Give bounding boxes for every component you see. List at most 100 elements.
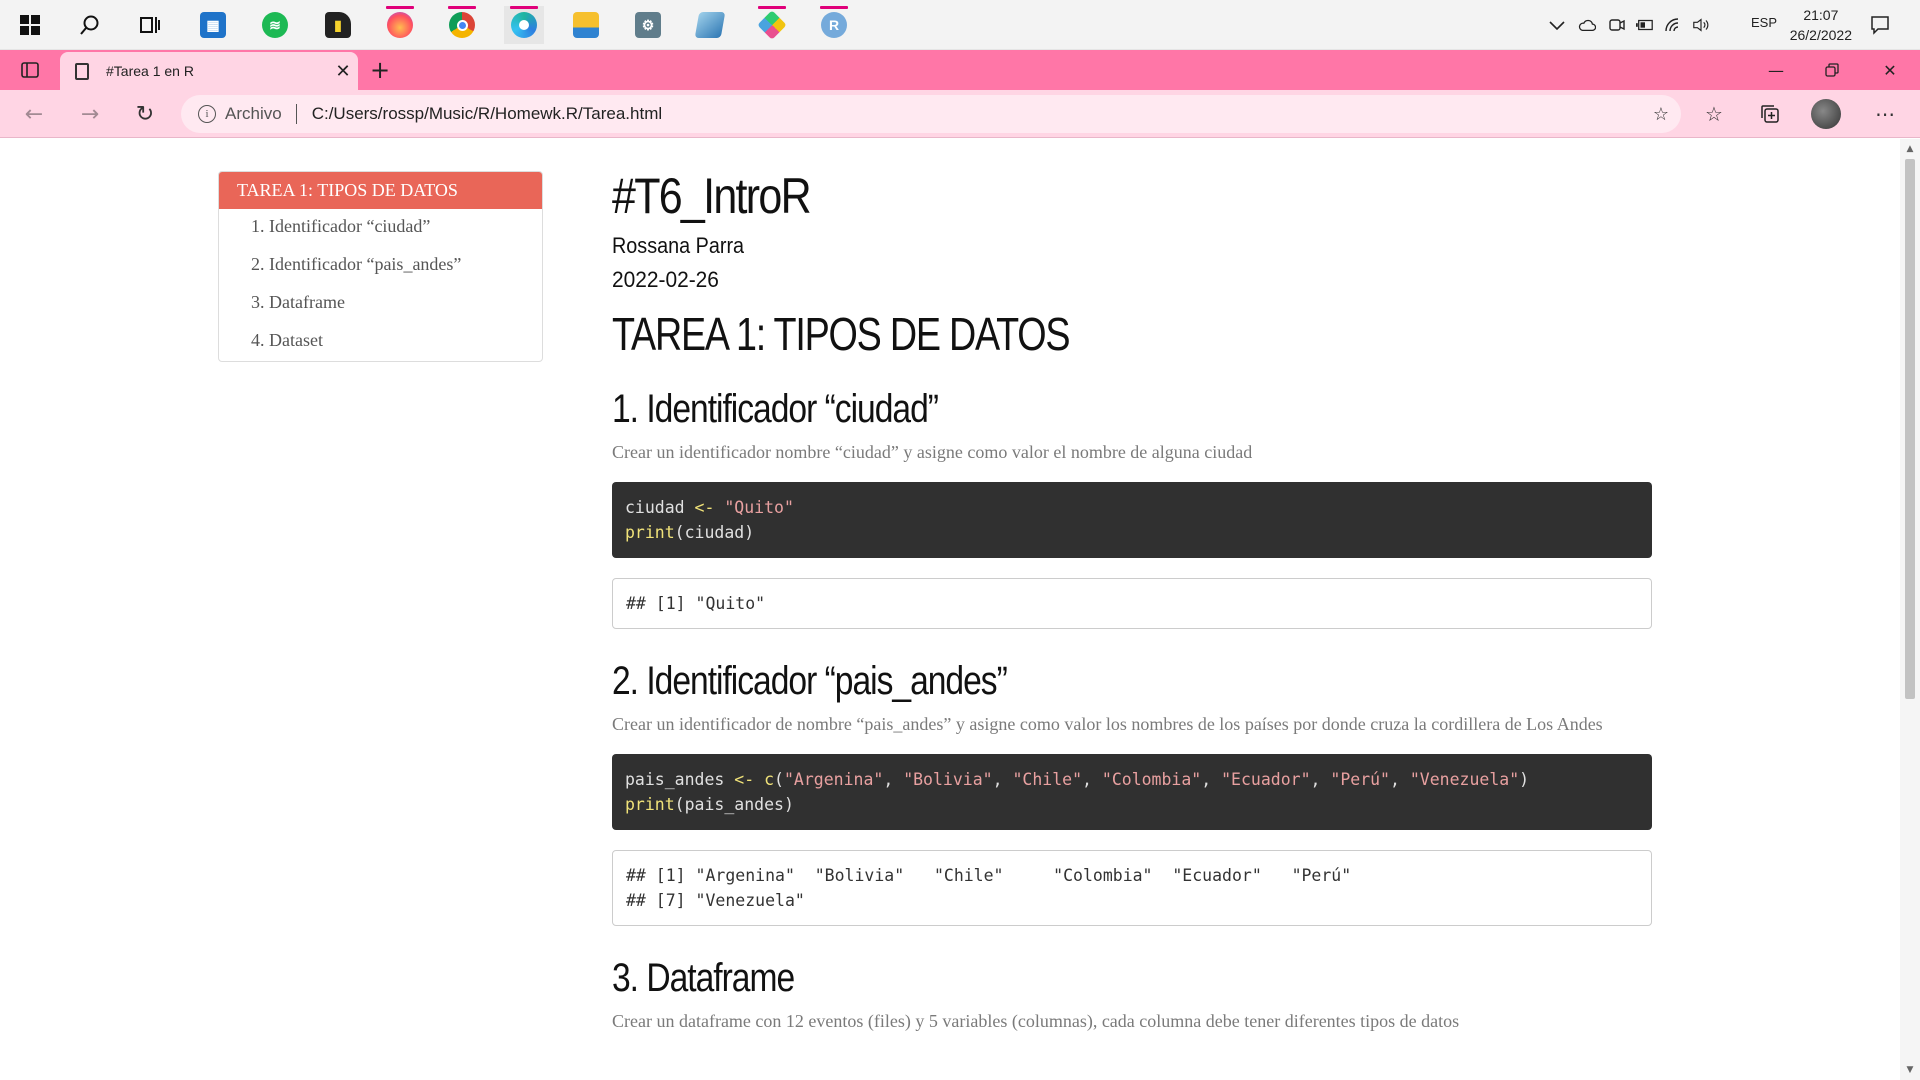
- app-blue-button[interactable]: [690, 6, 730, 44]
- new-tab-button[interactable]: +: [352, 50, 408, 90]
- sticky-notes-app-button[interactable]: ▮: [318, 6, 358, 44]
- file-icon: [75, 62, 89, 80]
- notifications-button[interactable]: [1860, 6, 1900, 44]
- tab-title: #Tarea 1 en R: [106, 63, 194, 79]
- system-clock[interactable]: 21:07 26/2/2022: [1790, 5, 1852, 45]
- restore-button[interactable]: [1804, 50, 1860, 90]
- windows-logo-icon: [20, 15, 40, 35]
- plus-icon: +: [369, 56, 391, 84]
- profile-button[interactable]: [1802, 90, 1850, 138]
- table-of-contents: TAREA 1: TIPOS DE DATOS 1. Identificador…: [218, 171, 543, 362]
- clock-date: 26/2/2022: [1789, 27, 1852, 43]
- collections-button[interactable]: [1746, 90, 1794, 138]
- document-title: #T6_IntroR: [612, 168, 812, 224]
- app-diamond-button[interactable]: [752, 6, 792, 44]
- document-author: Rossana Parra: [612, 233, 745, 258]
- section-heading-dataframe: 3. Dataframe: [612, 956, 795, 1000]
- volume-icon[interactable]: [1692, 16, 1710, 34]
- document-content: #T6_IntroR Rossana Parra 2022-02-26 TARE…: [612, 167, 1652, 1035]
- calendar-app-button[interactable]: ▦: [193, 6, 233, 44]
- rstudio-app-button[interactable]: R: [814, 6, 854, 44]
- folder-icon: [573, 12, 599, 38]
- task-view-button[interactable]: [130, 6, 170, 44]
- output-block-pais-andes: ## [1] "Argenina" "Bolivia" "Chile" "Col…: [612, 850, 1652, 926]
- refresh-button[interactable]: ↻: [121, 90, 169, 138]
- toc-item[interactable]: 2. Identificador “pais_andes”: [219, 247, 542, 285]
- sticky-notes-icon: ▮: [325, 12, 351, 38]
- browser-tab-bar: #Tarea 1 en R ✕ + — ✕: [0, 50, 1920, 90]
- system-tray: [1548, 0, 1710, 50]
- document-date: 2022-02-26: [612, 267, 719, 292]
- settings-menu-button[interactable]: ⋯: [1861, 90, 1909, 138]
- chrome-app-button[interactable]: [442, 6, 482, 44]
- tab-tarea-1[interactable]: #Tarea 1 en R ✕: [60, 52, 358, 90]
- arrow-left-icon: ←: [24, 101, 44, 127]
- task-view-icon: [140, 17, 160, 33]
- browser-toolbar: ← → ↻ i Archivo C:/Users/rossp/Music/R/H…: [0, 90, 1920, 138]
- section-text-ciudad: Crear un identificador nombre “ciudad” y…: [612, 442, 1253, 462]
- arrow-right-icon: →: [80, 101, 100, 127]
- info-icon[interactable]: i: [198, 105, 216, 123]
- toc-item[interactable]: 1. Identificador “ciudad”: [219, 209, 542, 247]
- minimize-icon: —: [1768, 60, 1784, 80]
- scroll-down-arrow-icon[interactable]: ▼: [1900, 1062, 1920, 1078]
- back-button[interactable]: ←: [10, 90, 58, 138]
- toc-header[interactable]: TAREA 1: TIPOS DE DATOS: [219, 172, 542, 209]
- avatar: [1811, 99, 1841, 129]
- refresh-icon: ↻: [135, 101, 155, 127]
- code-block-ciudad: ciudad <- "Quito" print(ciudad): [612, 482, 1652, 558]
- address-separator: [295, 104, 297, 124]
- search-button[interactable]: [70, 6, 110, 44]
- url-text[interactable]: C:/Users/rossp/Music/R/Homewk.R/Tarea.ht…: [312, 104, 1641, 124]
- section-heading-pais-andes: 2. Identificador “pais_andes”: [612, 659, 1008, 703]
- close-window-button[interactable]: ✕: [1862, 50, 1918, 90]
- favorites-button[interactable]: ☆: [1690, 90, 1738, 138]
- app-gear-icon: ⚙: [635, 12, 661, 38]
- tab-actions-icon: [21, 62, 39, 78]
- wifi-icon[interactable]: [1664, 16, 1682, 34]
- app-settings-button[interactable]: ⚙: [628, 6, 668, 44]
- collections-icon: [1761, 105, 1779, 123]
- chrome-icon: [449, 12, 475, 38]
- toc-item[interactable]: 3. Dataframe: [219, 285, 542, 323]
- meet-now-icon[interactable]: [1608, 16, 1626, 34]
- more-dots-icon: ⋯: [1875, 102, 1895, 126]
- firefox-app-button[interactable]: [380, 6, 420, 44]
- section-text-pais-andes: Crear un identificador de nombre “pais_a…: [612, 714, 1603, 734]
- notification-icon: [1871, 16, 1889, 35]
- tab-actions-button[interactable]: [2, 50, 58, 90]
- input-language-indicator[interactable]: ESP: [1751, 15, 1777, 30]
- close-icon: ✕: [1883, 60, 1897, 80]
- forward-button[interactable]: →: [66, 90, 114, 138]
- toc-item[interactable]: 4. Dataset: [219, 323, 542, 361]
- edge-app-button[interactable]: [504, 6, 544, 44]
- spotify-icon: ≋: [262, 12, 288, 38]
- battery-icon[interactable]: [1636, 16, 1654, 34]
- edge-icon: [511, 12, 537, 38]
- page-viewport: TAREA 1: TIPOS DE DATOS 1. Identificador…: [0, 139, 1900, 1080]
- clock-time: 21:07: [1803, 7, 1839, 23]
- scroll-up-arrow-icon[interactable]: ▲: [1900, 141, 1920, 157]
- scrollbar-thumb[interactable]: [1905, 159, 1915, 699]
- page-scrollbar[interactable]: ▲ ▼: [1900, 139, 1920, 1080]
- address-bar[interactable]: i Archivo C:/Users/rossp/Music/R/Homewk.…: [181, 95, 1681, 133]
- windows-taskbar: ▦ ≋ ▮ ⚙ R ESP 21:07 26/2/2022: [0, 0, 1920, 50]
- file-explorer-app-button[interactable]: [566, 6, 606, 44]
- rstudio-icon: R: [821, 12, 847, 38]
- calendar-icon: ▦: [200, 12, 226, 38]
- app-diamond-icon: [757, 10, 787, 40]
- chevron-up-icon[interactable]: [1548, 16, 1566, 34]
- section-heading-ciudad: 1. Identificador “ciudad”: [612, 387, 939, 431]
- section-heading-main: TAREA 1: TIPOS DE DATOS: [612, 308, 1071, 360]
- firefox-icon: [387, 12, 413, 38]
- spotify-app-button[interactable]: ≋: [255, 6, 295, 44]
- output-block-ciudad: ## [1] "Quito": [612, 578, 1652, 629]
- app-blue-icon: [694, 12, 726, 38]
- onedrive-cloud-icon[interactable]: [1578, 16, 1596, 34]
- section-text-dataframe: Crear un dataframe con 12 eventos (files…: [612, 1011, 1460, 1031]
- favorites-star-icon: ☆: [1705, 102, 1723, 126]
- minimize-button[interactable]: —: [1748, 50, 1804, 90]
- site-info-label[interactable]: Archivo: [225, 104, 282, 124]
- add-favorite-star-icon[interactable]: ☆: [1641, 104, 1681, 125]
- start-button[interactable]: [10, 6, 50, 44]
